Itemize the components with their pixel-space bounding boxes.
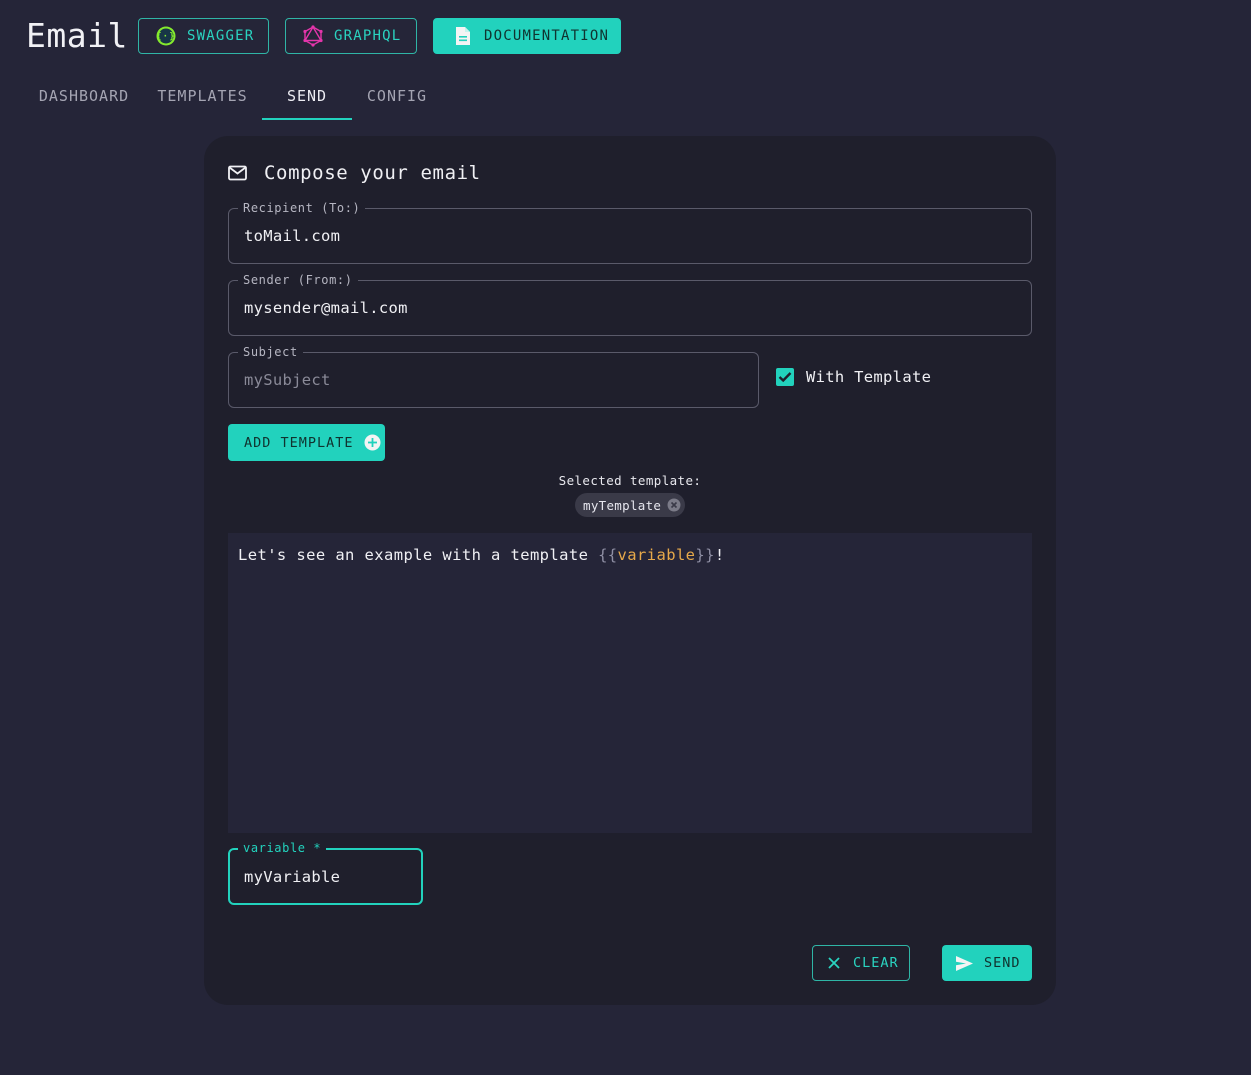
- template-variable: variable: [617, 546, 696, 564]
- with-template-checkbox[interactable]: [776, 368, 794, 386]
- variable-input[interactable]: [242, 850, 407, 903]
- checkmark-icon: [778, 372, 792, 383]
- selected-template-label: Selected template:: [558, 473, 702, 488]
- document-icon: [452, 25, 474, 47]
- clear-label: CLEAR: [853, 955, 899, 971]
- recipient-field[interactable]: Recipient (To:): [228, 200, 1032, 264]
- template-close-brace: }}: [695, 546, 715, 564]
- main-tabs: DASHBOARD TEMPLATES SEND CONFIG: [25, 72, 442, 120]
- template-open-brace: {{: [598, 546, 618, 564]
- app-title: Email: [26, 16, 128, 55]
- tab-config[interactable]: CONFIG: [352, 72, 442, 120]
- send-label: SEND: [984, 955, 1021, 971]
- subject-input[interactable]: [242, 353, 745, 407]
- compose-card: Compose your email Recipient (To:) Sende…: [204, 136, 1056, 1005]
- template-text-suffix: !: [714, 546, 725, 564]
- graphql-icon: [302, 25, 324, 47]
- selected-template-chip[interactable]: myTemplate: [575, 493, 685, 517]
- variable-field[interactable]: variable *: [228, 840, 423, 905]
- recipient-input[interactable]: [242, 209, 1018, 263]
- swagger-label: SWAGGER: [187, 28, 255, 44]
- selected-template-name: myTemplate: [583, 497, 662, 513]
- add-circle-icon: [364, 434, 382, 452]
- tab-send[interactable]: SEND: [262, 72, 352, 120]
- subject-field[interactable]: Subject: [228, 344, 759, 408]
- template-preview: Let's see an example with a template {{v…: [228, 533, 1032, 833]
- tab-dashboard[interactable]: DASHBOARD: [25, 72, 143, 120]
- sender-field[interactable]: Sender (From:): [228, 272, 1032, 336]
- svg-text:{·}: {·}: [156, 32, 176, 42]
- add-template-button[interactable]: ADD TEMPLATE: [228, 424, 385, 461]
- swagger-button[interactable]: {·} SWAGGER: [138, 18, 269, 54]
- clear-button[interactable]: CLEAR: [812, 945, 910, 981]
- send-icon: [955, 953, 975, 973]
- close-icon: [827, 955, 843, 971]
- tab-templates[interactable]: TEMPLATES: [143, 72, 262, 120]
- remove-chip-icon[interactable]: [667, 498, 681, 512]
- with-template-label: With Template: [806, 368, 932, 386]
- swagger-icon: {·}: [155, 25, 177, 47]
- documentation-button[interactable]: DOCUMENTATION: [433, 18, 621, 54]
- mail-icon: [228, 163, 248, 183]
- sender-input[interactable]: [242, 281, 1018, 335]
- graphql-label: GRAPHQL: [334, 28, 402, 44]
- with-template-toggle[interactable]: With Template: [776, 368, 931, 386]
- app-header: Email {·} SWAGGER GRAPHQL DOCUMENTATION: [0, 0, 1251, 72]
- compose-title: Compose your email: [228, 162, 481, 184]
- add-template-label: ADD TEMPLATE: [244, 434, 354, 451]
- compose-title-text: Compose your email: [264, 162, 481, 184]
- graphql-button[interactable]: GRAPHQL: [285, 18, 417, 54]
- documentation-label: DOCUMENTATION: [484, 28, 610, 44]
- template-text-prefix: Let's see an example with a template: [238, 546, 599, 564]
- send-button[interactable]: SEND: [942, 945, 1032, 981]
